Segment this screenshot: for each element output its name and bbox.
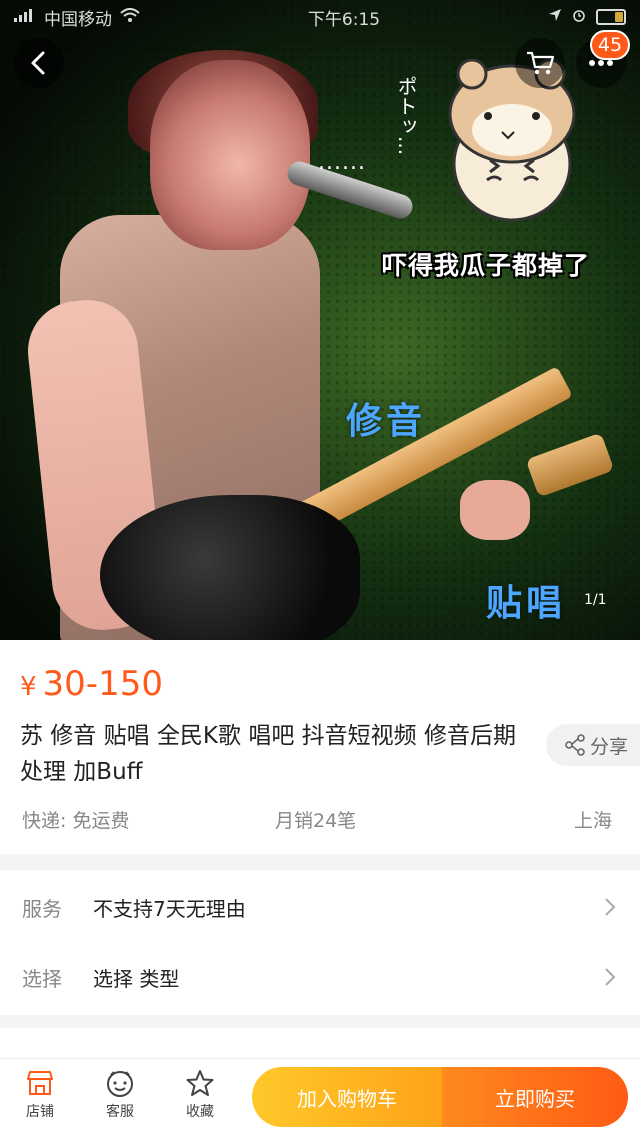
shop-icon [27,1071,53,1095]
share-icon [565,734,585,756]
overlay-tag-sync: 贴唱 [486,583,567,624]
product-title: 苏 修音 贴唱 全民K歌 唱吧 抖音短视频 修音后期处理 加Buff [20,723,516,785]
overlay-tag-tuning: 修音 [346,401,427,442]
shop-tab[interactable]: 店铺 [10,1069,70,1121]
favorite-tab[interactable]: 收藏 [170,1069,230,1121]
select-value: 选择 类型 [93,966,180,991]
overlay-sound-effect: ポトッ... [394,76,418,156]
ship-from-location: 上海 [574,810,613,832]
status-time: 下午6:15 [307,9,381,30]
select-label: 选择 [22,966,62,991]
share-label: 分享 [590,735,629,758]
options-card: 服务 不支持7天无理由 选择 选择 类型 [0,870,640,1015]
shipping-info: 快递: 免运费 [22,810,130,832]
cart-button[interactable] [515,38,565,88]
share-button[interactable]: 分享 [546,724,640,766]
guitar-body [100,495,360,640]
star-icon [186,1070,214,1096]
location-icon [548,7,562,27]
currency-symbol: ¥ [20,672,37,702]
customer-service-icon [107,1071,133,1097]
bottom-action-bar: 店铺 客服 收藏 加入购物车 立即购买 [0,1058,640,1139]
price-range: 30-150 [42,664,163,704]
carrier-label: 中国移动 [44,9,112,30]
guitar-headstock [525,432,615,498]
chevron-left-icon [31,51,45,75]
shop-label: 店铺 [26,1104,54,1120]
product-info-card: ¥30-150 苏 修音 贴唱 全民K歌 唱吧 抖音短视频 修音后期处理 加Bu… [0,640,640,854]
alarm-icon [572,7,586,27]
cart-icon [527,51,555,75]
monthly-sales: 月销24笔 [275,810,357,832]
back-button[interactable] [14,38,64,88]
product-image[interactable]: ポトッ... ...... 吓得我瓜子都掉了 修音 贴唱 1/1 中国移动 下午… [0,0,640,640]
buy-now-button[interactable]: 立即购买 [442,1067,628,1127]
singer-head [150,60,310,250]
customer-service-label: 客服 [106,1104,134,1120]
add-to-cart-button[interactable]: 加入购物车 [252,1067,442,1127]
service-row[interactable]: 服务 不支持7天无理由 [0,872,640,942]
wifi-icon [120,7,140,27]
overlay-caption: 吓得我瓜子都掉了 [382,251,591,280]
battery-icon [596,9,626,25]
cart-count-badge: 45 [590,30,630,60]
favorite-label: 收藏 [186,1104,214,1120]
chevron-right-icon [605,968,616,986]
price: ¥30-150 [20,664,163,704]
service-value: 不支持7天无理由 [93,896,246,921]
service-label: 服务 [22,896,62,921]
more-dots-icon [589,60,613,66]
signal-icon [14,7,36,27]
customer-service-tab[interactable]: 客服 [90,1069,150,1121]
status-bar: 中国移动 下午6:15 [0,0,640,34]
image-index: 1/1 [584,592,607,608]
chevron-right-icon [605,898,616,916]
guitar-neck [292,366,573,538]
singer-hand [460,480,530,540]
overlay-dots: ...... [318,150,366,175]
select-type-row[interactable]: 选择 选择 类型 [0,942,640,1012]
